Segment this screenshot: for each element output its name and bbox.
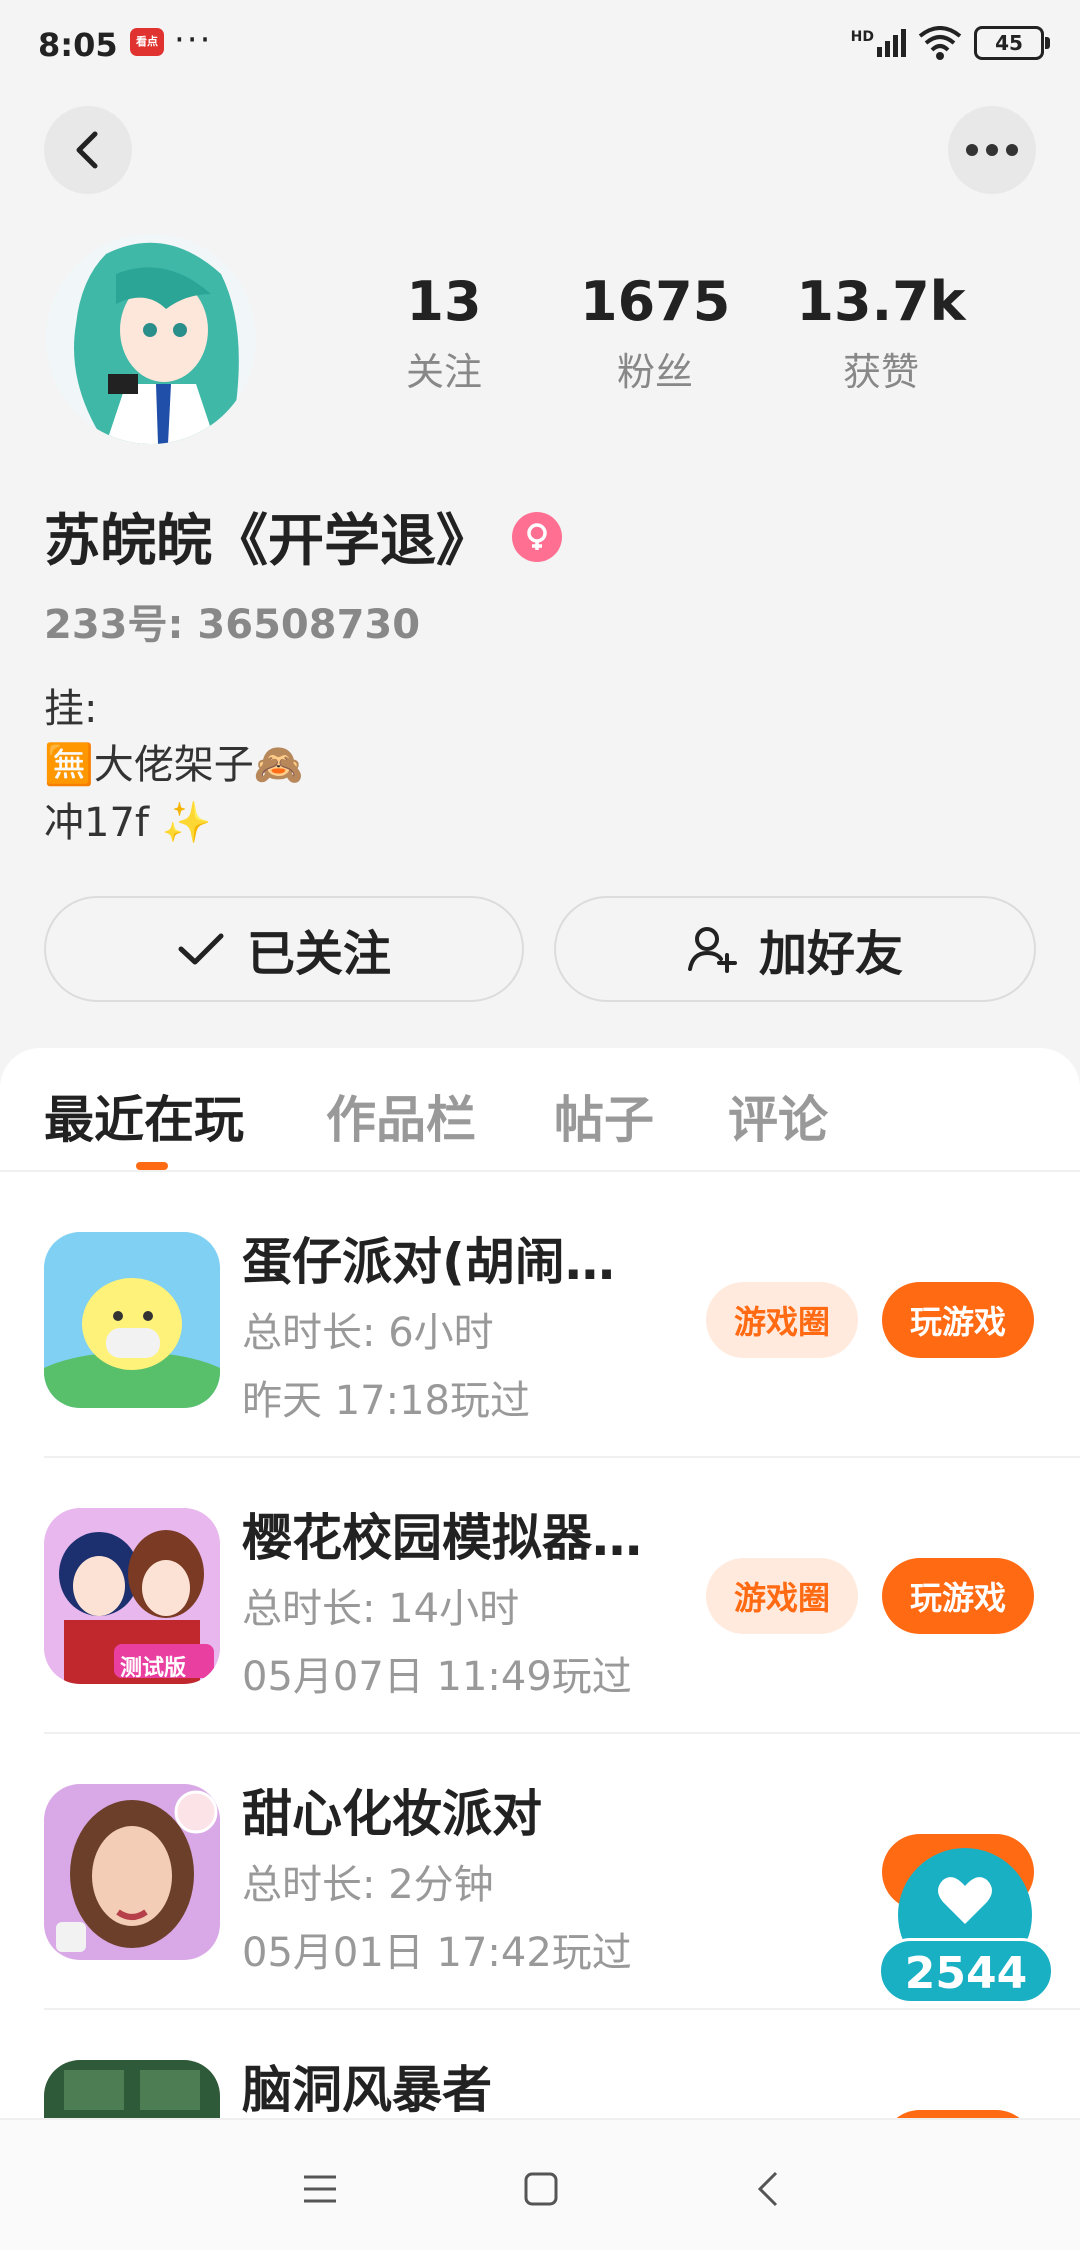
beta-badge: 测试版 (120, 1656, 187, 1681)
like-count: 2544 (878, 1938, 1054, 2004)
followers-label: 粉丝 (616, 350, 693, 395)
home-square-icon[interactable] (524, 2172, 558, 2206)
signal-icon: HD (851, 29, 906, 57)
female-icon (512, 511, 562, 562)
add-friend-label: 加好友 (758, 926, 903, 982)
row-divider (44, 1456, 1080, 1458)
avatar[interactable] (46, 234, 256, 444)
user-id: 233号: 36508730 (44, 602, 421, 648)
back-triangle-icon[interactable] (756, 2170, 780, 2208)
app-notification-icon: 看点 (130, 28, 164, 56)
game-title[interactable]: 甜心化妆派对 (242, 1774, 542, 1846)
status-time: 8:05 (38, 26, 118, 64)
stat-followers[interactable]: 1675 粉丝 (580, 272, 730, 396)
tab-indicator (136, 1162, 168, 1170)
add-friend-button[interactable]: 加好友 (554, 896, 1036, 1002)
game-duration: 总时长: 6小时 (242, 1310, 494, 1356)
check-icon (178, 933, 224, 965)
game-title[interactable]: 蛋仔派对(胡闹… (242, 1222, 615, 1294)
game-title[interactable]: 樱花校园模拟器… (242, 1498, 642, 1570)
likes-count: 13.7k (796, 270, 966, 333)
tab-posts[interactable]: 帖子 (554, 1080, 654, 1152)
menu-icon[interactable] (302, 2174, 338, 2204)
likes-label: 获赞 (842, 350, 919, 395)
game-icon-sakura-school[interactable]: 测试版 (44, 1508, 220, 1684)
profile-name-row: 苏皖皖《开学退》 (44, 496, 562, 577)
status-icons: HD 45 (851, 26, 1050, 60)
game-icon-makeup-party[interactable] (44, 1784, 220, 1960)
game-last-played: 昨天 17:18玩过 (242, 1378, 530, 1424)
stat-likes[interactable]: 13.7k 获赞 (796, 272, 966, 396)
game-circle-button[interactable]: 游戏圈 (706, 1558, 858, 1634)
play-game-button[interactable]: 玩游戏 (882, 1558, 1034, 1634)
stat-following[interactable]: 13 关注 (384, 272, 504, 396)
game-title[interactable]: 脑洞风暴者 (242, 2050, 492, 2122)
game-last-played: 05月01日 17:42玩过 (242, 1930, 632, 1976)
row-divider (44, 1732, 1080, 1734)
game-last-played: 05月07日 11:49玩过 (242, 1654, 632, 1700)
game-duration: 总时长: 2分钟 (242, 1862, 494, 1908)
battery-icon: 45 (974, 26, 1050, 60)
game-circle-button[interactable]: 游戏圈 (706, 1282, 858, 1358)
back-button[interactable] (44, 106, 132, 194)
profile-name: 苏皖皖《开学退》 (44, 509, 492, 574)
game-icon-eggy-party[interactable] (44, 1232, 220, 1408)
tab-recent-played[interactable]: 最近在玩 (44, 1080, 244, 1152)
tab-divider (0, 1170, 1080, 1172)
tab-comments[interactable]: 评论 (728, 1080, 828, 1152)
more-button[interactable] (948, 106, 1036, 194)
system-navbar (0, 2118, 1080, 2250)
heart-icon (938, 1877, 992, 1924)
bio-line-3: 冲17f ✨ (44, 800, 212, 846)
more-dots-icon (966, 144, 1018, 156)
bio-line-2: 🈚大佬架子🙈 (44, 742, 304, 788)
tab-works[interactable]: 作品栏 (326, 1080, 476, 1152)
more-notifications-icon: ··· (174, 20, 213, 60)
row-divider (44, 2008, 1080, 2010)
add-user-icon (687, 927, 737, 973)
play-game-button[interactable]: 玩游戏 (882, 1282, 1034, 1358)
wifi-icon (918, 26, 962, 60)
followed-button[interactable]: 已关注 (44, 896, 524, 1002)
followed-label: 已关注 (246, 926, 391, 982)
followers-count: 1675 (580, 270, 731, 333)
following-label: 关注 (405, 350, 482, 395)
chevron-left-icon (76, 131, 98, 169)
following-count: 13 (406, 270, 482, 333)
bio-line-1: 挂: (44, 686, 98, 732)
game-duration: 总时长: 14小时 (242, 1586, 520, 1632)
